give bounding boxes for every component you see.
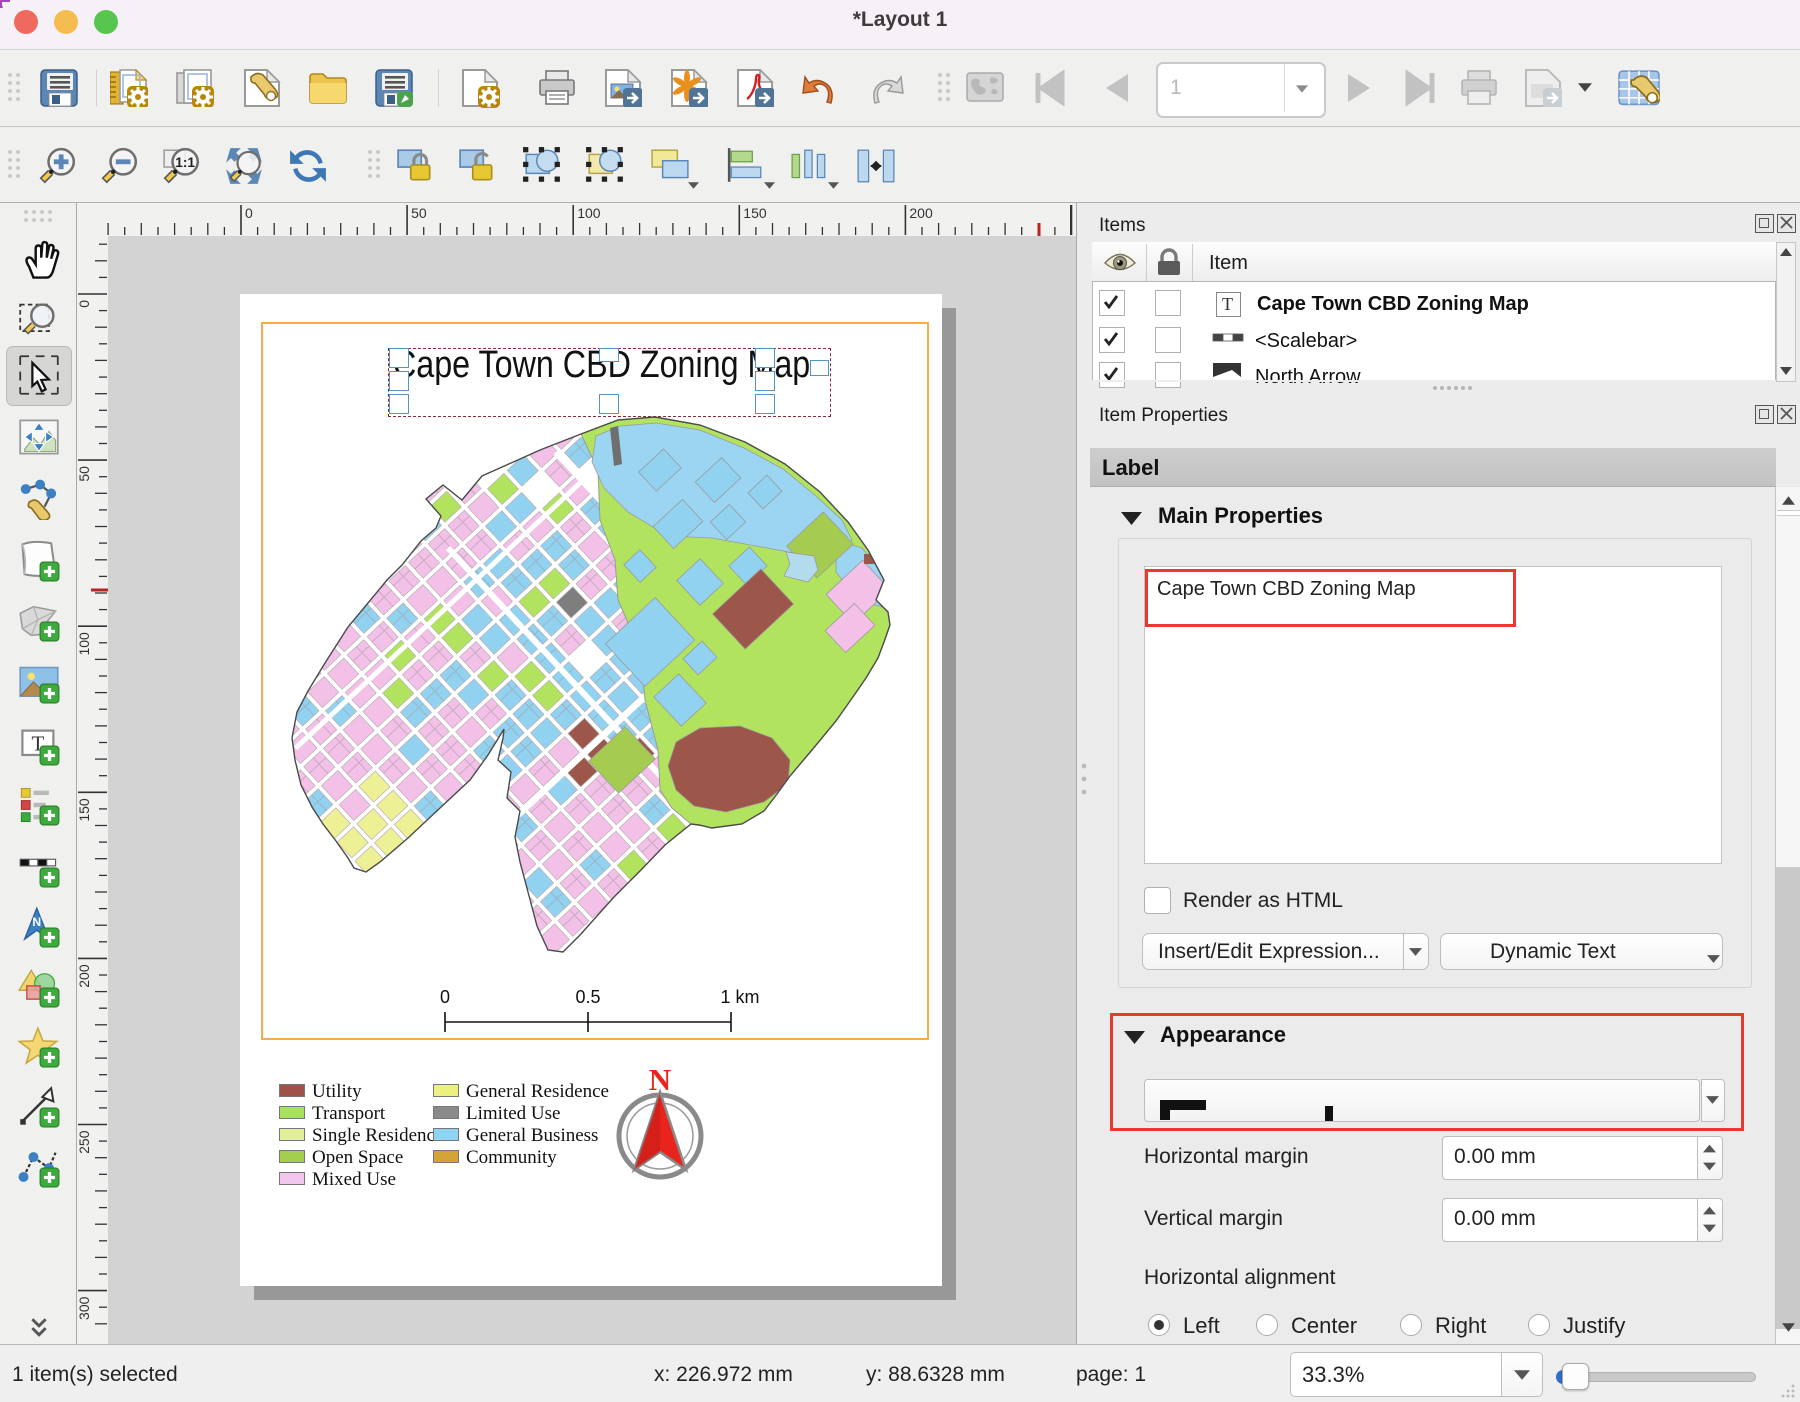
svg-text:0: 0 — [245, 205, 253, 221]
svg-text:150: 150 — [743, 205, 767, 221]
svg-text:1 km: 1 km — [720, 989, 759, 1007]
svg-text:150: 150 — [77, 798, 92, 822]
svg-text:100: 100 — [577, 205, 601, 221]
svg-text:50: 50 — [77, 466, 92, 482]
svg-text:50: 50 — [411, 205, 427, 221]
svg-text:0: 0 — [440, 989, 450, 1007]
svg-text:200: 200 — [77, 964, 92, 988]
svg-text:300: 300 — [77, 1296, 92, 1320]
svg-text:0.5: 0.5 — [575, 989, 600, 1007]
svg-text:200: 200 — [909, 205, 933, 221]
svg-text:N: N — [649, 1062, 671, 1097]
svg-text:250: 250 — [77, 1130, 92, 1154]
svg-text:100: 100 — [77, 632, 92, 656]
svg-text:0: 0 — [77, 300, 92, 308]
